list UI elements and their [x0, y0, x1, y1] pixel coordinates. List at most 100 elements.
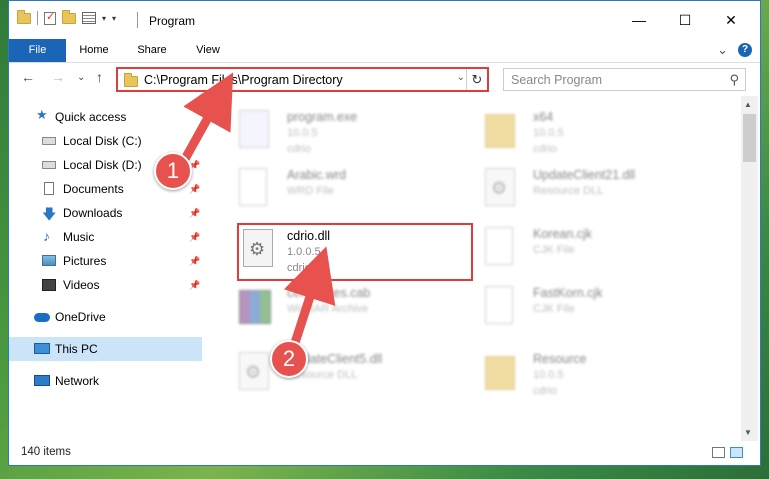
onedrive-icon: [34, 313, 50, 322]
tab-home[interactable]: Home: [71, 39, 117, 62]
winrar-archive-icon: [239, 290, 271, 324]
sidebar-item-network[interactable]: Network: [9, 369, 202, 393]
file-type: CJK File: [533, 303, 575, 315]
properties-check-icon[interactable]: [44, 10, 56, 25]
file-version: 1.0.0.5: [287, 246, 321, 258]
sidebar-item-label: Documents: [63, 182, 124, 196]
file-item-resource[interactable]: Resource 10.0.5 cdrio: [475, 348, 715, 400]
sidebar-item-local-disk-c[interactable]: Local Disk (C:) 📌: [9, 129, 202, 153]
address-text[interactable]: C:\Program Files\Program Directory: [144, 73, 343, 87]
file-name: UpdateClient21.dll: [533, 168, 636, 182]
search-icon[interactable]: ⚲: [729, 72, 739, 88]
scroll-down-icon[interactable]: ▼: [744, 428, 752, 437]
blank-file-icon: [485, 227, 513, 265]
scrollbar-thumb[interactable]: [743, 114, 756, 162]
search-placeholder: Search Program: [511, 73, 603, 87]
sidebar-item-onedrive[interactable]: OneDrive: [9, 305, 202, 329]
file-item-certificates-cab[interactable]: certificates.cab WinRAR Archive: [229, 282, 469, 334]
pictures-icon: [42, 255, 56, 266]
new-folder-icon[interactable]: [62, 9, 76, 24]
sidebar-item-label: Music: [63, 230, 95, 244]
status-bar: 140 items: [9, 441, 760, 465]
vertical-scrollbar[interactable]: ▲ ▼: [741, 96, 758, 441]
scroll-up-icon[interactable]: ▲: [744, 100, 752, 109]
chevron-down-icon[interactable]: ▾: [102, 14, 106, 23]
folder-icon[interactable]: [17, 9, 31, 24]
tab-file[interactable]: File: [9, 39, 66, 62]
ribbon-tabs: File Home Share View ⌄ ?: [9, 39, 760, 63]
file-company: cdrio: [287, 262, 311, 274]
pin-icon[interactable]: 📌: [189, 256, 200, 267]
file-item-x64[interactable]: x64 10.0.5 cdrio: [475, 106, 715, 158]
file-item-korean-cjk[interactable]: Korean.cjk CJK File: [475, 223, 715, 275]
item-count: 140 items: [21, 446, 71, 458]
network-icon: [34, 375, 50, 386]
forward-button[interactable]: →: [51, 69, 65, 85]
large-icons-view-icon[interactable]: [730, 447, 743, 458]
file-company: cdrio: [533, 385, 557, 397]
title-separator: [137, 12, 138, 28]
downloads-icon: 🡇: [42, 206, 57, 222]
file-company: cdrio: [287, 143, 311, 155]
file-type: WinRAR Archive: [287, 303, 369, 315]
sidebar-item-label: Videos: [63, 278, 100, 292]
file-name: certificates.cab: [287, 286, 371, 300]
step-1-badge: 1: [154, 152, 192, 190]
documents-icon: [44, 182, 54, 195]
sidebar-item-downloads[interactable]: 🡇 Downloads 📌: [9, 201, 202, 225]
help-icon[interactable]: ?: [738, 43, 752, 57]
sidebar-item-label: Local Disk (C:): [63, 134, 142, 148]
sidebar-item-quick-access[interactable]: ★ Quick access: [9, 105, 202, 129]
sidebar-item-label: Network: [55, 374, 100, 388]
file-item-cdrio-dll[interactable]: cdrio.dll 1.0.0.5 cdrio: [237, 223, 473, 281]
file-item-updateclient21-dll[interactable]: UpdateClient21.dll Resource DLL: [475, 164, 715, 216]
disk-icon: [42, 161, 56, 169]
minimize-button[interactable]: —: [616, 1, 662, 39]
sidebar-item-label: Downloads: [63, 206, 123, 220]
toolbar-separator: [37, 11, 38, 25]
pin-icon[interactable]: 📌: [189, 208, 200, 219]
file-name: Korean.cjk: [533, 227, 593, 241]
tab-share[interactable]: Share: [129, 39, 175, 62]
tab-view[interactable]: View: [185, 39, 231, 62]
star-icon: ★: [36, 107, 48, 122]
recent-locations-button[interactable]: ⌄: [77, 72, 85, 83]
window-title: Program: [149, 14, 196, 28]
sidebar-item-music[interactable]: ♪ Music 📌: [9, 225, 202, 249]
refresh-icon[interactable]: ↻: [466, 69, 487, 90]
maximize-button[interactable]: ☐: [662, 1, 708, 39]
navigation-bar: ← → ⌄ ↑ C:\Program Files\Program Directo…: [9, 63, 760, 96]
file-type: WRD File: [287, 185, 335, 197]
search-input[interactable]: Search Program ⚲: [503, 68, 746, 91]
file-item-arabic-wrd[interactable]: Arabic.wrd WRD File: [229, 164, 469, 216]
pin-icon[interactable]: 📌: [189, 136, 200, 147]
sidebar-item-label: Local Disk (D:): [63, 158, 142, 172]
sidebar-item-pictures[interactable]: Pictures 📌: [9, 249, 202, 273]
chevron-down-icon[interactable]: ⌄: [457, 72, 465, 83]
file-name: FastKorn.cjk: [533, 286, 603, 300]
step-2-badge: 2: [270, 340, 308, 378]
up-button[interactable]: ↑: [96, 69, 103, 85]
pin-icon[interactable]: 📌: [189, 280, 200, 291]
file-name: Resource: [533, 352, 587, 366]
customize-toolbar-icon[interactable]: ▾: [112, 14, 116, 23]
sidebar-item-label: OneDrive: [55, 310, 106, 324]
sidebar-item-this-pc[interactable]: This PC: [9, 337, 202, 361]
sidebar-item-videos[interactable]: Videos 📌: [9, 273, 202, 297]
address-folder-icon: [124, 73, 138, 87]
customize-view-icon[interactable]: [82, 12, 96, 24]
pin-icon[interactable]: 📌: [189, 232, 200, 243]
file-type: CJK File: [533, 244, 575, 256]
address-bar[interactable]: C:\Program Files\Program Directory ⌄ ↻: [116, 67, 489, 92]
details-view-icon[interactable]: [712, 447, 725, 458]
sidebar-item-label: This PC: [55, 342, 98, 356]
file-item-program-exe[interactable]: program.exe 10.0.5 cdrio: [229, 106, 469, 158]
folder-icon: [485, 114, 515, 148]
back-button[interactable]: ←: [21, 69, 35, 85]
file-item-fastkorn-cjk[interactable]: FastKorn.cjk CJK File: [475, 282, 715, 334]
file-item-updateclient5-dll[interactable]: UpdateClient5.dllResource DLL: [229, 348, 469, 400]
pin-icon[interactable]: 📌: [189, 184, 200, 195]
blank-file-icon: [239, 168, 267, 206]
close-button[interactable]: ✕: [708, 1, 754, 39]
ribbon-expand-icon[interactable]: ⌄: [717, 42, 728, 58]
